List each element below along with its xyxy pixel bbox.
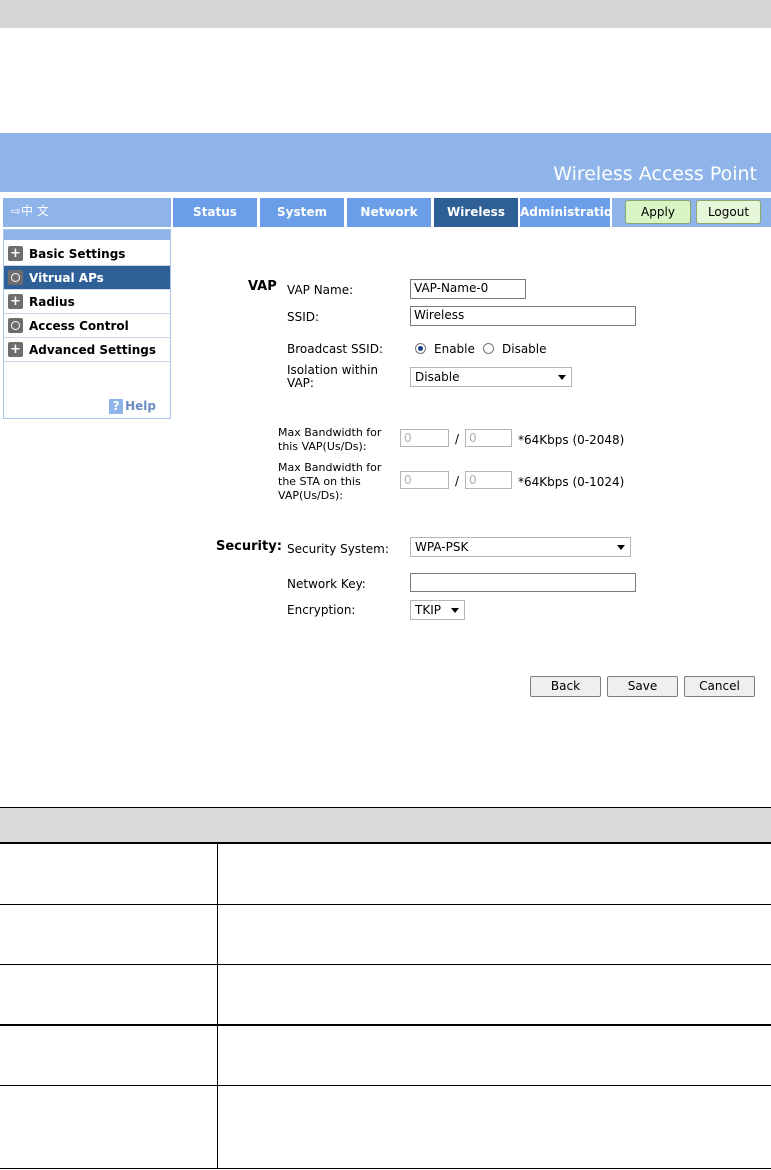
security-system-label: Security System:: [287, 542, 389, 556]
plus-icon: +: [8, 246, 23, 261]
sidebar-item-label: Basic Settings: [29, 247, 126, 261]
table-row: [0, 1085, 771, 1086]
broadcast-disable-radio[interactable]: [483, 343, 494, 354]
table-row: [0, 964, 771, 965]
back-button[interactable]: Back: [530, 676, 601, 697]
security-system-value: WPA-PSK: [415, 540, 469, 554]
cancel-button[interactable]: Cancel: [684, 676, 755, 697]
sidebar-item-radius[interactable]: + Radius: [4, 290, 170, 314]
isolation-label-cont: VAP:: [287, 376, 314, 390]
isolation-label: Isolation within: [287, 363, 379, 377]
table-header: [0, 807, 771, 844]
table-row: [0, 1168, 771, 1169]
vap-name-input[interactable]: VAP-Name-0: [410, 279, 526, 299]
sidebar-item-label: Access Control: [29, 319, 129, 333]
max-bw-sta-ds-input[interactable]: 0: [465, 471, 512, 489]
help-link[interactable]: ? Help: [109, 399, 156, 414]
max-bw-vap-label-cont: this VAP(Us/Ds):: [278, 440, 367, 453]
help-label: Help: [125, 399, 156, 413]
network-key-input[interactable]: [410, 573, 636, 592]
isolation-select[interactable]: Disable: [410, 367, 572, 387]
ssid-input[interactable]: Wireless: [410, 306, 636, 326]
plus-icon: +: [8, 294, 23, 309]
vap-name-label: VAP Name:: [287, 283, 354, 297]
broadcast-enable-radio[interactable]: [415, 343, 426, 354]
top-strip: [0, 0, 771, 28]
tab-administration[interactable]: Administration: [520, 198, 621, 227]
logout-button[interactable]: Logout: [696, 200, 761, 224]
sidebar-header: [4, 230, 170, 240]
vap-section-label: VAP: [248, 279, 277, 294]
network-key-label: Network Key:: [287, 577, 366, 591]
chevron-down-icon: [617, 545, 625, 550]
table-row: [0, 1024, 771, 1026]
max-bw-sta-us-input[interactable]: 0: [400, 471, 449, 489]
broadcast-ssid-label: Broadcast SSID:: [287, 342, 383, 356]
tab-status[interactable]: Status: [173, 198, 257, 227]
sidebar-item-basic-settings[interactable]: + Basic Settings: [4, 242, 170, 266]
plus-icon: +: [8, 342, 23, 357]
security-section-label: Security:: [216, 539, 282, 554]
encryption-value: TKIP: [415, 603, 441, 617]
broadcast-enable-label: Enable: [434, 342, 475, 356]
max-bw-vap-unit: *64Kbps (0-2048): [518, 433, 625, 447]
sidebar-item-access-control[interactable]: Access Control: [4, 314, 170, 338]
tab-wireless[interactable]: Wireless: [434, 198, 518, 227]
table-divider: [217, 844, 218, 1169]
slash-text: /: [455, 474, 460, 488]
encryption-label: Encryption:: [287, 603, 356, 617]
tab-network[interactable]: Network: [347, 198, 431, 227]
security-system-select[interactable]: WPA-PSK: [410, 537, 631, 557]
isolation-value: Disable: [415, 370, 460, 384]
max-bw-vap-us-input[interactable]: 0: [400, 429, 449, 447]
table-row: [0, 904, 771, 905]
max-bw-sta-label: Max Bandwidth for: [278, 461, 382, 474]
encryption-select[interactable]: TKIP: [410, 600, 465, 620]
max-bw-sta-label-cont2: VAP(Us/Ds):: [278, 489, 343, 502]
sidebar-item-advanced-settings[interactable]: + Advanced Settings: [4, 338, 170, 362]
app-title: Wireless Access Point: [553, 163, 757, 185]
max-bw-sta-unit: *64Kbps (0-1024): [518, 475, 625, 489]
description-table: [0, 807, 771, 1169]
save-button[interactable]: Save: [607, 676, 678, 697]
tab-system[interactable]: System: [260, 198, 344, 227]
language-link[interactable]: ⇨中 文: [3, 198, 171, 227]
sidebar: + Basic Settings Vitrual APs + Radius Ac…: [3, 229, 171, 419]
circle-icon: [8, 318, 23, 333]
sidebar-item-virtual-aps[interactable]: Vitrual APs: [4, 266, 170, 290]
ssid-label: SSID:: [287, 310, 320, 324]
header-banner: Wireless Access Point: [0, 133, 771, 192]
max-bw-vap-ds-input[interactable]: 0: [465, 429, 512, 447]
sidebar-item-label: Advanced Settings: [29, 343, 157, 357]
apply-button[interactable]: Apply: [625, 200, 691, 224]
help-icon: ?: [109, 399, 124, 414]
broadcast-disable-label: Disable: [502, 342, 547, 356]
chevron-down-icon: [451, 608, 459, 613]
chevron-down-icon: [558, 375, 566, 380]
sidebar-item-label: Radius: [29, 295, 75, 309]
max-bw-sta-label-cont: the STA on this: [278, 475, 361, 488]
slash-text: /: [455, 432, 460, 446]
sidebar-item-label: Vitrual APs: [29, 271, 104, 285]
max-bw-vap-label: Max Bandwidth for: [278, 426, 382, 439]
circle-icon: [8, 270, 23, 285]
